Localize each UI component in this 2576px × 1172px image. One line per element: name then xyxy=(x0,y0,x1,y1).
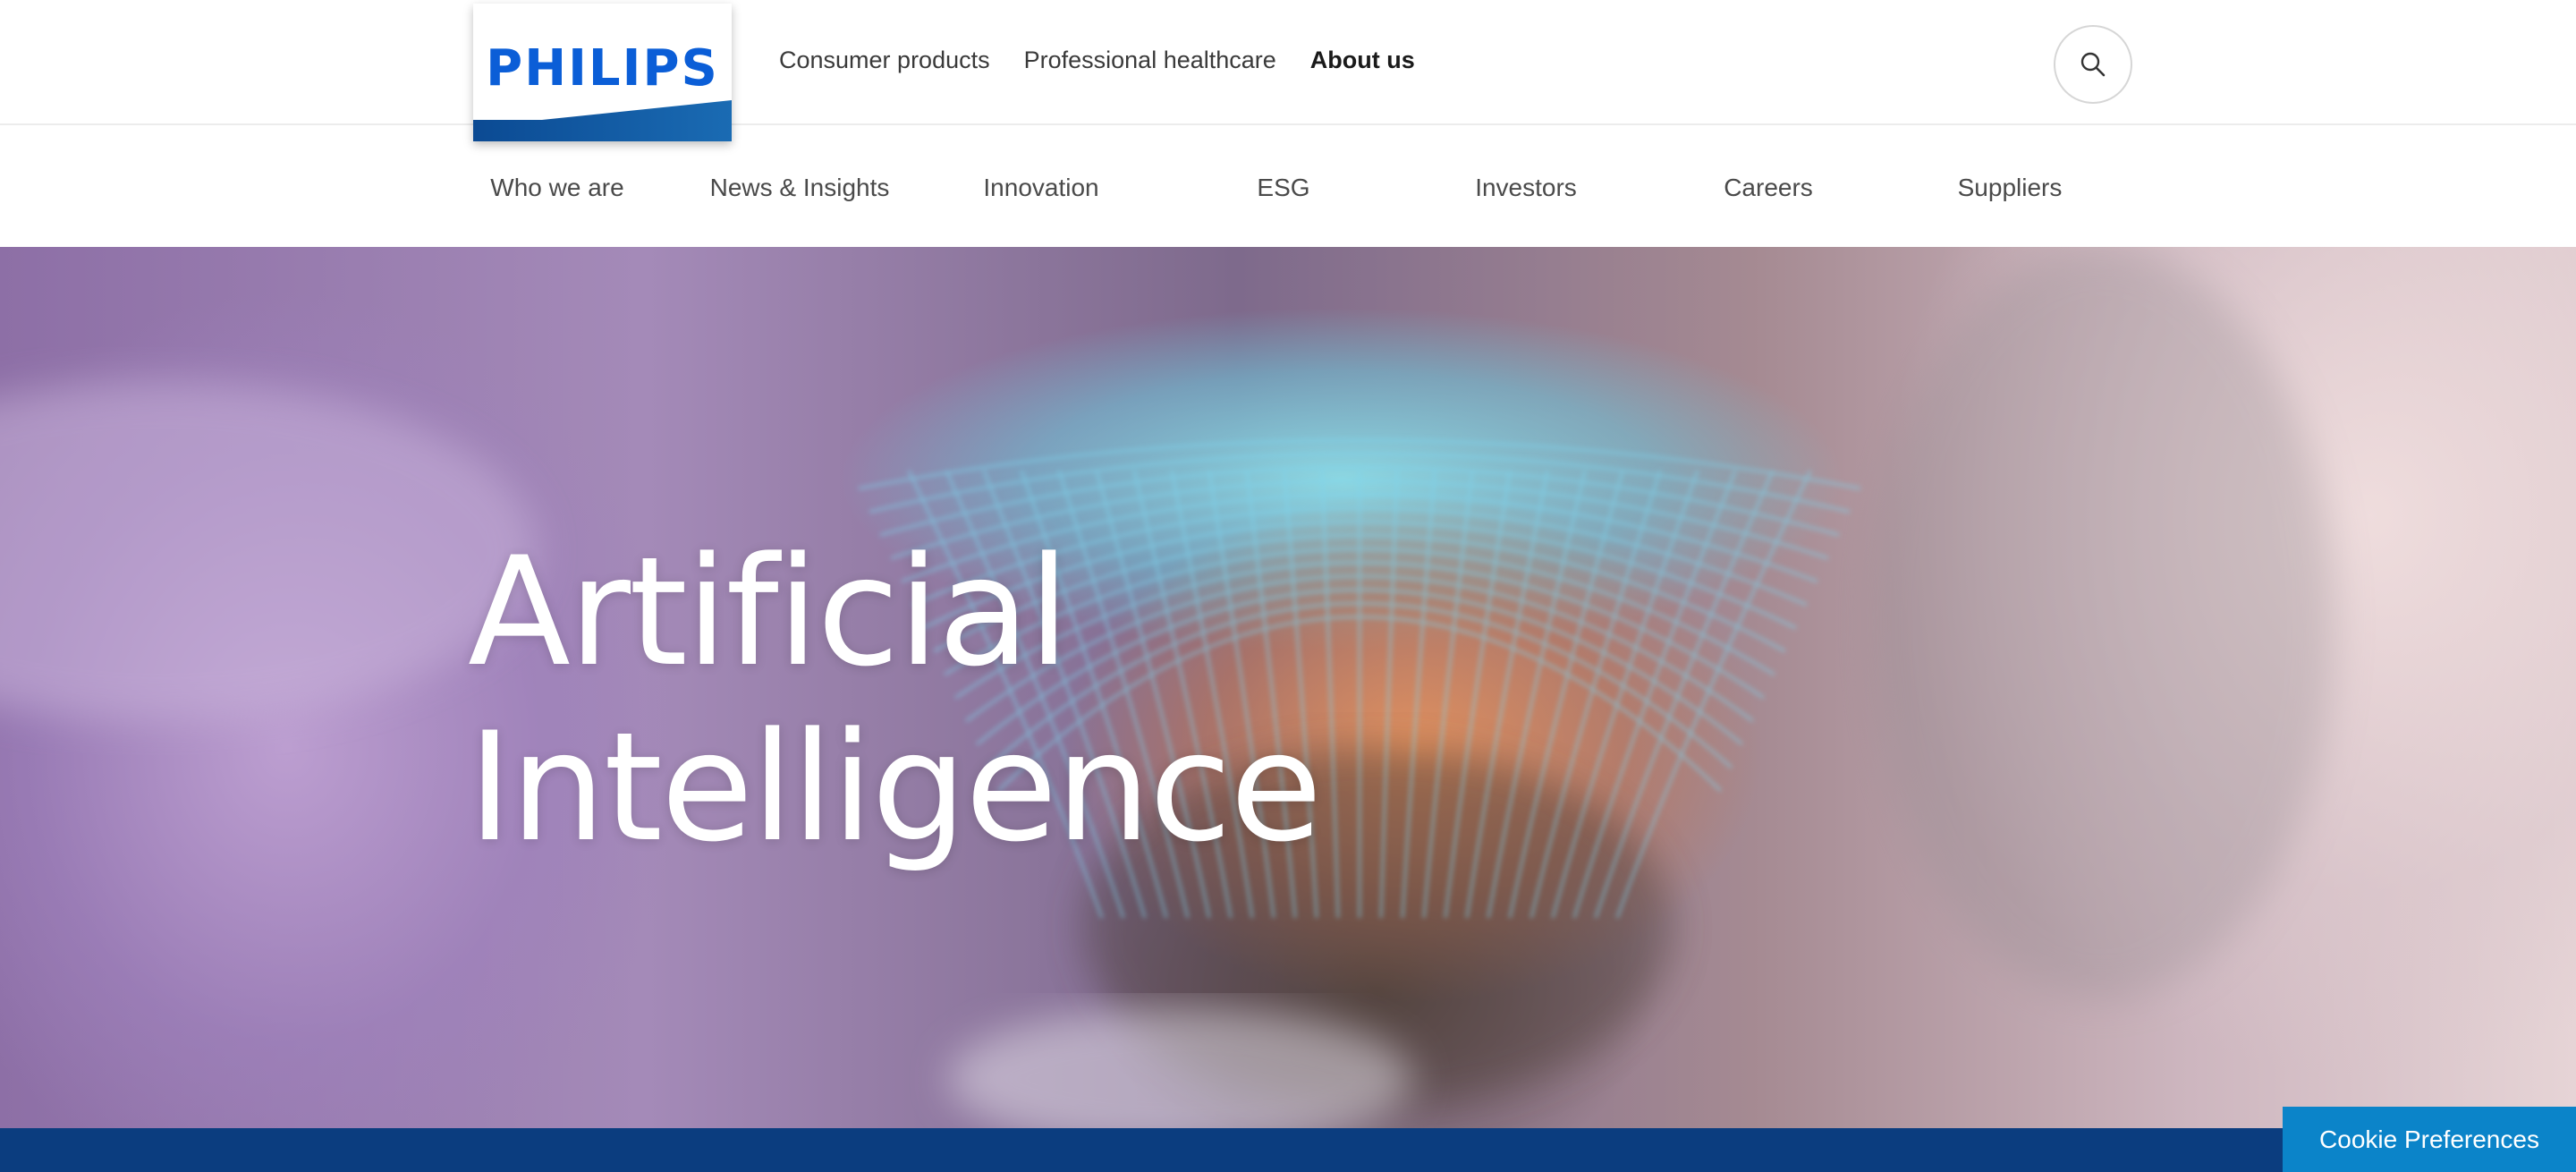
hero-banner: Artificial Intelligence xyxy=(0,247,2576,1128)
search-button[interactable] xyxy=(2054,25,2132,104)
nav-about-us[interactable]: About us xyxy=(1310,47,1415,74)
hero-title: Artificial Intelligence xyxy=(468,524,1322,875)
subnav-investors[interactable]: Investors xyxy=(1475,174,1577,202)
nav-consumer-products[interactable]: Consumer products xyxy=(779,47,990,74)
search-icon xyxy=(2080,52,2106,77)
primary-nav: Consumer products Professional healthcar… xyxy=(779,47,1415,74)
subnav-news-insights[interactable]: News & Insights xyxy=(710,174,890,202)
subnav-who-we-are[interactable]: Who we are xyxy=(490,174,623,202)
cookie-preferences-button[interactable]: Cookie Preferences xyxy=(2283,1107,2576,1172)
subnav-careers[interactable]: Careers xyxy=(1724,174,1813,202)
subnav-innovation[interactable]: Innovation xyxy=(983,174,1098,202)
hero-title-line-2: Intelligence xyxy=(468,700,1322,875)
logo-shield-band xyxy=(473,120,732,141)
subnav-suppliers[interactable]: Suppliers xyxy=(1958,174,2063,202)
philips-logo[interactable]: PHILIPS xyxy=(473,4,732,141)
top-header: PHILIPS Consumer products Professional h… xyxy=(0,0,2576,141)
nav-professional-healthcare[interactable]: Professional healthcare xyxy=(1024,47,1276,74)
logo-wordmark: PHILIPS xyxy=(486,39,719,98)
hero-title-line-1: Artificial xyxy=(468,524,1070,700)
subnav-esg[interactable]: ESG xyxy=(1257,174,1309,202)
bottom-blue-band xyxy=(0,1128,2576,1172)
secondary-nav: Who we are News & Insights Innovation ES… xyxy=(0,125,2576,247)
